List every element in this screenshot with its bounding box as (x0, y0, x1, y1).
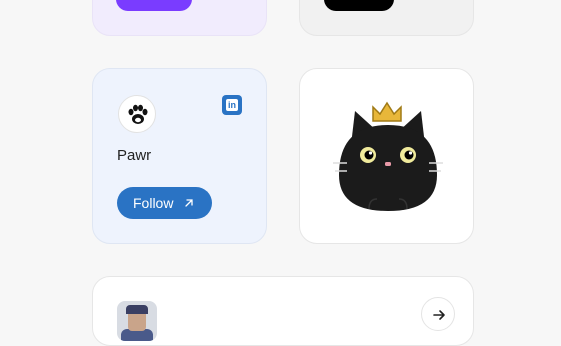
card-top-right (299, 0, 474, 36)
follow-label: Follow (133, 195, 174, 211)
black-button[interactable] (324, 0, 394, 11)
linkedin-badge-text: in (226, 99, 238, 111)
purple-button[interactable] (116, 0, 192, 11)
follow-button[interactable]: Follow (117, 187, 212, 219)
arrow-up-right-icon (185, 199, 194, 207)
crowned-black-cat (333, 101, 443, 211)
card-bottom (92, 276, 474, 346)
cat-image-card[interactable] (299, 68, 474, 244)
avatar (117, 301, 157, 341)
arrow-right-icon (433, 310, 445, 320)
open-button[interactable] (421, 297, 455, 331)
linkedin-icon[interactable]: in (222, 95, 242, 115)
card-top-left (92, 0, 267, 36)
pawr-logo (118, 95, 156, 133)
paw-icon (128, 104, 148, 124)
profile-card-pawr: in Pawr Follow (92, 68, 267, 244)
profile-name: Pawr (117, 147, 152, 164)
